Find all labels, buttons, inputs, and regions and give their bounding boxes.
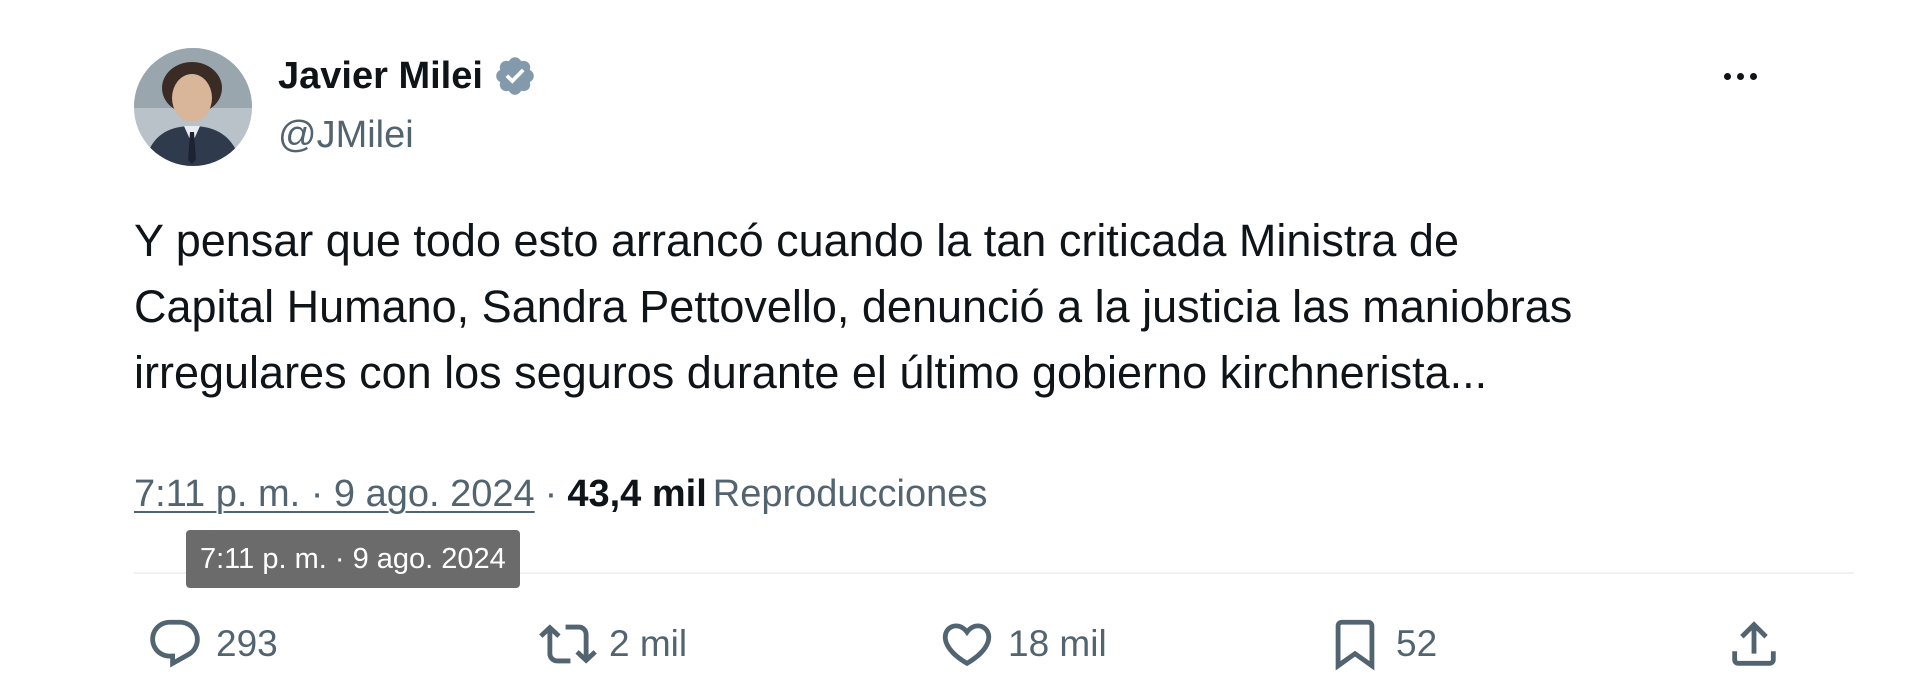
share-button[interactable] [1725,612,1783,676]
tweet-meta: 7:11 p. m. · 9 ago. 2024 · 43,4 mil Reprodu… [134,466,987,522]
bookmark-count: 52 [1396,623,1438,664]
tweet-card: Javier Milei @JMilei Y pensar que todo e… [84,0,1854,700]
timestamp-link[interactable]: 7:11 p. m. · 9 ago. 2024 [134,473,535,515]
like-count: 18 mil [1008,623,1107,664]
reply-count: 293 [216,623,278,664]
more-horizontal-icon [1723,72,1731,80]
author-handle[interactable]: @JMilei [278,110,414,160]
share-icon [1732,621,1776,666]
reply-icon [150,619,200,668]
reply-button[interactable]: 293 [146,612,278,676]
heart-icon [942,623,992,667]
author-name-row: Javier Milei [278,50,537,102]
views-label[interactable]: Reproducciones [713,473,988,515]
author-display-name[interactable]: Javier Milei [278,50,483,102]
views-count: 43,4 mil [567,473,707,515]
retweet-count: 2 mil [609,623,688,664]
bookmark-icon [1335,619,1375,671]
retweet-button[interactable]: 2 mil [539,612,687,676]
retweet-icon [539,624,597,664]
bookmark-button[interactable]: 52 [1326,612,1437,676]
like-button[interactable]: 18 mil [938,612,1107,676]
avatar[interactable] [134,48,252,166]
more-options-button[interactable] [1710,56,1770,96]
meta-separator: · [544,473,558,515]
avatar-image [134,48,252,166]
tweet-text: Y pensar que todo esto arrancó cuando la… [134,215,1573,398]
timestamp-tooltip: 7:11 p. m. · 9 ago. 2024 [186,530,520,588]
verified-badge-icon [493,54,537,98]
